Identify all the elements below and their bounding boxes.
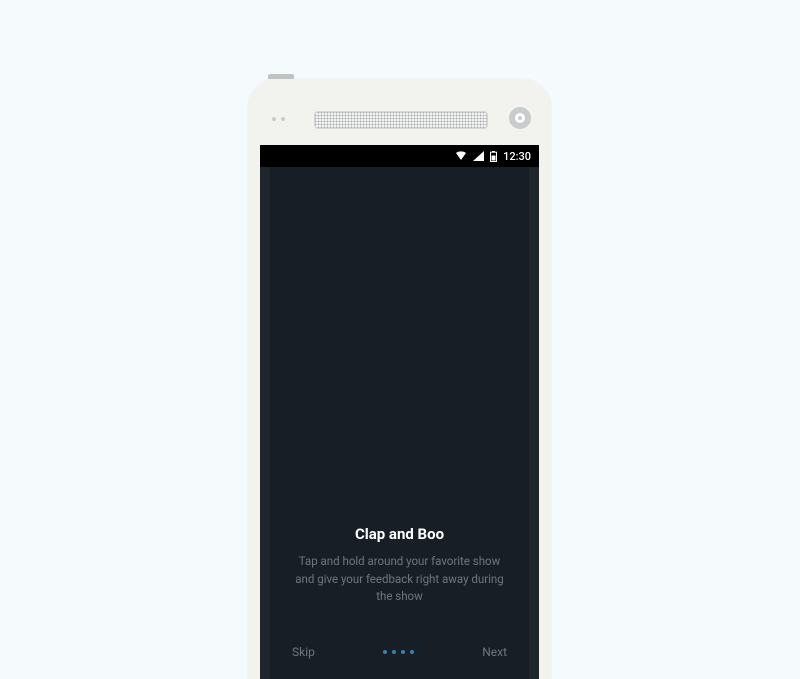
next-button[interactable]: Next — [478, 639, 511, 665]
page-dot — [392, 650, 396, 654]
onboarding-nav: Skip Next — [270, 629, 529, 679]
status-bar: 12:30 — [260, 145, 539, 167]
power-button — [268, 74, 294, 79]
page-indicator — [383, 650, 414, 654]
page-dot — [383, 650, 387, 654]
onboarding-subtitle: Tap and hold around your favorite show a… — [290, 553, 509, 605]
onboarding-content[interactable]: Clap and Boo Tap and hold around your fa… — [270, 167, 529, 629]
page-dot — [401, 650, 405, 654]
onboarding-title: Clap and Boo — [355, 525, 444, 543]
signal-icon — [473, 151, 484, 161]
page-dot — [410, 650, 414, 654]
speaker-grille — [314, 111, 488, 129]
phone-frame: 12:30 Clap and Boo Tap and hold around y… — [248, 79, 551, 679]
screen-bezel: 12:30 Clap and Boo Tap and hold around y… — [260, 145, 539, 679]
phone-top-bar — [248, 105, 551, 135]
skip-button[interactable]: Skip — [288, 639, 319, 665]
sensor-dots — [272, 117, 285, 121]
wifi-icon — [455, 151, 467, 161]
front-camera — [509, 107, 531, 129]
status-time: 12:30 — [503, 150, 531, 163]
app-screen: Clap and Boo Tap and hold around your fa… — [270, 167, 529, 679]
battery-icon — [490, 151, 497, 162]
